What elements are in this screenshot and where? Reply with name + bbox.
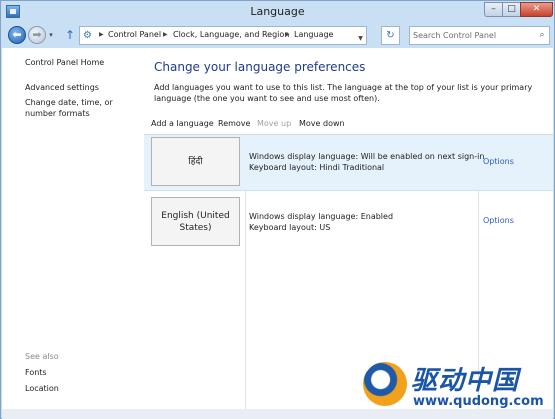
forward-arrow-icon[interactable]: ➡ bbox=[28, 26, 46, 44]
content-area: Control Panel Home Advanced settings Cha… bbox=[2, 48, 553, 409]
up-arrow-icon[interactable]: ↑ bbox=[64, 27, 76, 43]
keyboard-layout: Keyboard layout: US bbox=[249, 223, 331, 232]
back-arrow-icon[interactable]: ⬅ bbox=[8, 26, 26, 44]
search-box[interactable]: ⌕ bbox=[409, 26, 550, 45]
language-tile[interactable]: हिंदी bbox=[151, 137, 240, 186]
add-language-button[interactable]: Add a language bbox=[151, 119, 214, 128]
page-description: Add languages you want to use to this li… bbox=[154, 83, 533, 103]
move-up-button[interactable]: Move up bbox=[257, 119, 291, 128]
remove-button[interactable]: Remove bbox=[218, 119, 250, 128]
options-link[interactable]: Options bbox=[483, 157, 514, 166]
watermark-logo-icon bbox=[363, 362, 407, 406]
breadcrumb-chevron-icon[interactable]: ▶ bbox=[285, 31, 290, 38]
keyboard-layout: Keyboard layout: Hindi Traditional bbox=[249, 163, 385, 172]
language-toolbar: Add a language Remove Move up Move down bbox=[144, 116, 553, 133]
left-pane: Control Panel Home Advanced settings Cha… bbox=[2, 48, 144, 409]
breadcrumb-control-panel[interactable]: Control Panel bbox=[108, 30, 161, 39]
address-bar[interactable]: ⚙ ▶ Control Panel ▶ Clock, Language, and… bbox=[79, 26, 367, 45]
language-row-english[interactable]: English (United States) Windows display … bbox=[144, 192, 553, 248]
window-title: Language bbox=[250, 5, 305, 18]
recent-pages-chevron-icon[interactable]: ▾ bbox=[47, 30, 55, 40]
language-row-hindi[interactable]: हिंदी Windows display language: Will be … bbox=[144, 135, 553, 191]
page-title: Change your language preferences bbox=[154, 60, 366, 74]
maximize-button[interactable]: □ bbox=[502, 2, 521, 17]
control-panel-home-link[interactable]: Control Panel Home bbox=[25, 58, 104, 67]
fonts-link[interactable]: Fonts bbox=[25, 368, 47, 377]
title-bar[interactable]: Language – □ ✕ bbox=[1, 1, 554, 23]
minimize-button[interactable]: – bbox=[484, 2, 503, 17]
refresh-icon[interactable]: ↻ bbox=[381, 26, 400, 45]
navigation-bar: ⬅ ➡ ▾ ↑ ⚙ ▶ Control Panel ▶ Clock, Langu… bbox=[1, 23, 554, 47]
display-language-status: Windows display language: Enabled bbox=[249, 212, 394, 221]
breadcrumb-chevron-icon[interactable]: ▶ bbox=[163, 31, 168, 38]
watermark: 驱动中国 www.qudong.com bbox=[363, 356, 553, 414]
see-also-heading: See also bbox=[25, 352, 59, 361]
display-language-status: Windows display language: Will be enable… bbox=[249, 152, 485, 161]
breadcrumb-language[interactable]: Language bbox=[294, 30, 333, 39]
control-panel-icon: ⚙ bbox=[83, 30, 92, 41]
main-pane: Change your language preferences Add lan… bbox=[144, 48, 553, 409]
watermark-url: www.qudong.com bbox=[413, 394, 544, 409]
search-input[interactable] bbox=[413, 29, 531, 42]
watermark-name: 驱动中国 bbox=[411, 366, 520, 396]
address-dropdown-chevron-icon[interactable]: ▼ bbox=[356, 30, 365, 47]
options-link[interactable]: Options bbox=[483, 216, 514, 225]
language-tile[interactable]: English (United States) bbox=[151, 197, 240, 246]
breadcrumb-clock-language-region[interactable]: Clock, Language, and Region bbox=[173, 30, 289, 39]
breadcrumb-chevron-icon[interactable]: ▶ bbox=[99, 31, 104, 38]
search-icon[interactable]: ⌕ bbox=[536, 29, 548, 42]
move-down-button[interactable]: Move down bbox=[299, 119, 345, 128]
location-link[interactable]: Location bbox=[25, 384, 59, 393]
close-button[interactable]: ✕ bbox=[520, 2, 553, 17]
advanced-settings-link[interactable]: Advanced settings bbox=[25, 83, 99, 92]
change-date-time-formats-link[interactable]: Change date, time, or number formats bbox=[25, 97, 140, 119]
